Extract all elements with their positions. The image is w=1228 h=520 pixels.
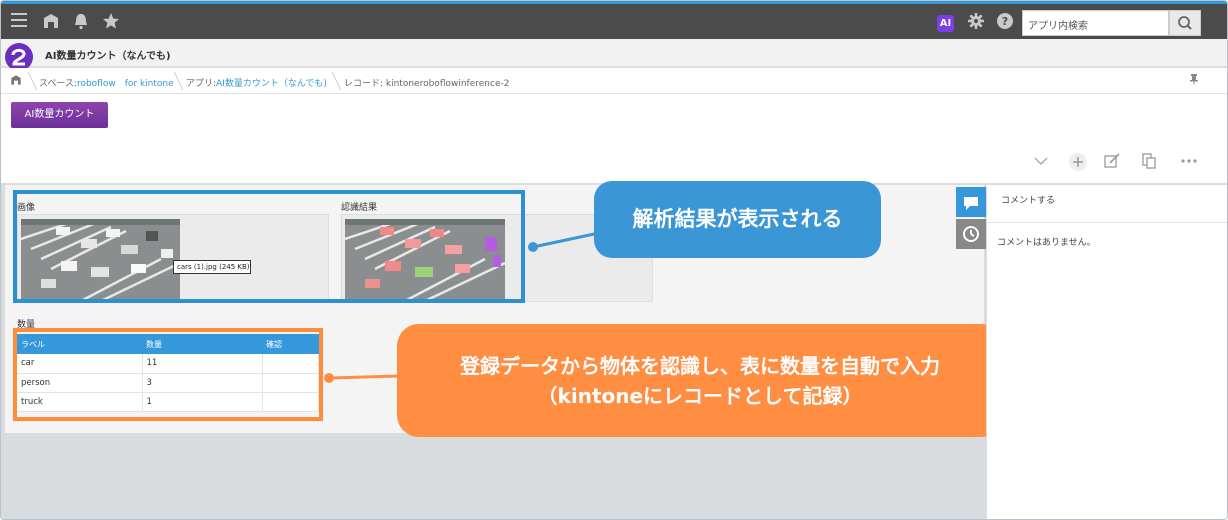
bell-icon[interactable] [71, 12, 91, 32]
top-bar: AI ? アプリ内検索 [1, 1, 1227, 39]
svg-text:?: ? [1002, 15, 1008, 28]
gear-icon[interactable] [966, 12, 986, 32]
breadcrumb: スペース:roboflow for kintone アプリ:AI数量カウント（な… [1, 68, 1227, 94]
orange-callout: 登録データから物体を認識し、表に数量を自動で入力 （kintoneにレコードとし… [397, 324, 1003, 437]
tab-comments[interactable] [956, 187, 986, 217]
home-icon[interactable] [41, 12, 61, 32]
breadcrumb-app[interactable]: アプリ:AI数量カウント（なんでも) [186, 76, 327, 89]
more-options-icon[interactable] [1179, 152, 1197, 170]
search-button[interactable] [1169, 10, 1201, 36]
orange-callout-line1: 登録データから物体を認識し、表に数量を自動で入力 [460, 354, 940, 378]
record-toolbar [1, 94, 1227, 184]
result-highlight-frame [13, 190, 525, 303]
edit-icon[interactable] [1103, 152, 1121, 170]
history-icon [963, 226, 979, 242]
star-icon[interactable] [101, 12, 121, 32]
no-comments-text: コメントはありません。 [997, 238, 1096, 248]
table-highlight-frame [13, 328, 323, 421]
orange-callout-line2: （kintoneにレコードとして記録） [537, 384, 863, 408]
add-record-icon[interactable] [1068, 152, 1087, 171]
app-header: AI数量カウント（なんでも) [1, 39, 1227, 71]
ai-icon[interactable]: AI [937, 15, 954, 32]
app-logo [5, 43, 33, 71]
window: AI ? アプリ内検索 AI数量カウント（なんでも) スペース:roboflow… [0, 0, 1228, 520]
ai-count-button[interactable]: AI数量カウント [11, 102, 108, 128]
search-icon [1178, 16, 1192, 30]
orange-connector [324, 373, 402, 383]
comment-input[interactable]: コメントする [987, 185, 1227, 223]
tab-history[interactable] [956, 219, 986, 249]
app-title: AI数量カウント（なんでも) [45, 51, 171, 62]
blue-callout: 解析結果が表示される [594, 181, 881, 258]
blue-connector [528, 231, 600, 252]
help-icon[interactable]: ? [995, 12, 1015, 32]
search-input[interactable]: アプリ内検索 [1022, 10, 1169, 36]
comment-icon [964, 197, 978, 210]
breadcrumb-space[interactable]: スペース:roboflow for kintone [39, 76, 174, 89]
comment-panel: コメントする コメントはありません。 [986, 185, 1227, 519]
pin-icon[interactable] [1189, 73, 1199, 88]
chevron-down-icon[interactable] [1032, 152, 1050, 170]
menu-icon[interactable] [9, 12, 29, 32]
copy-icon[interactable] [1140, 152, 1158, 170]
breadcrumb-record: レコード: kintoneroboflowinference-2 [344, 79, 510, 89]
